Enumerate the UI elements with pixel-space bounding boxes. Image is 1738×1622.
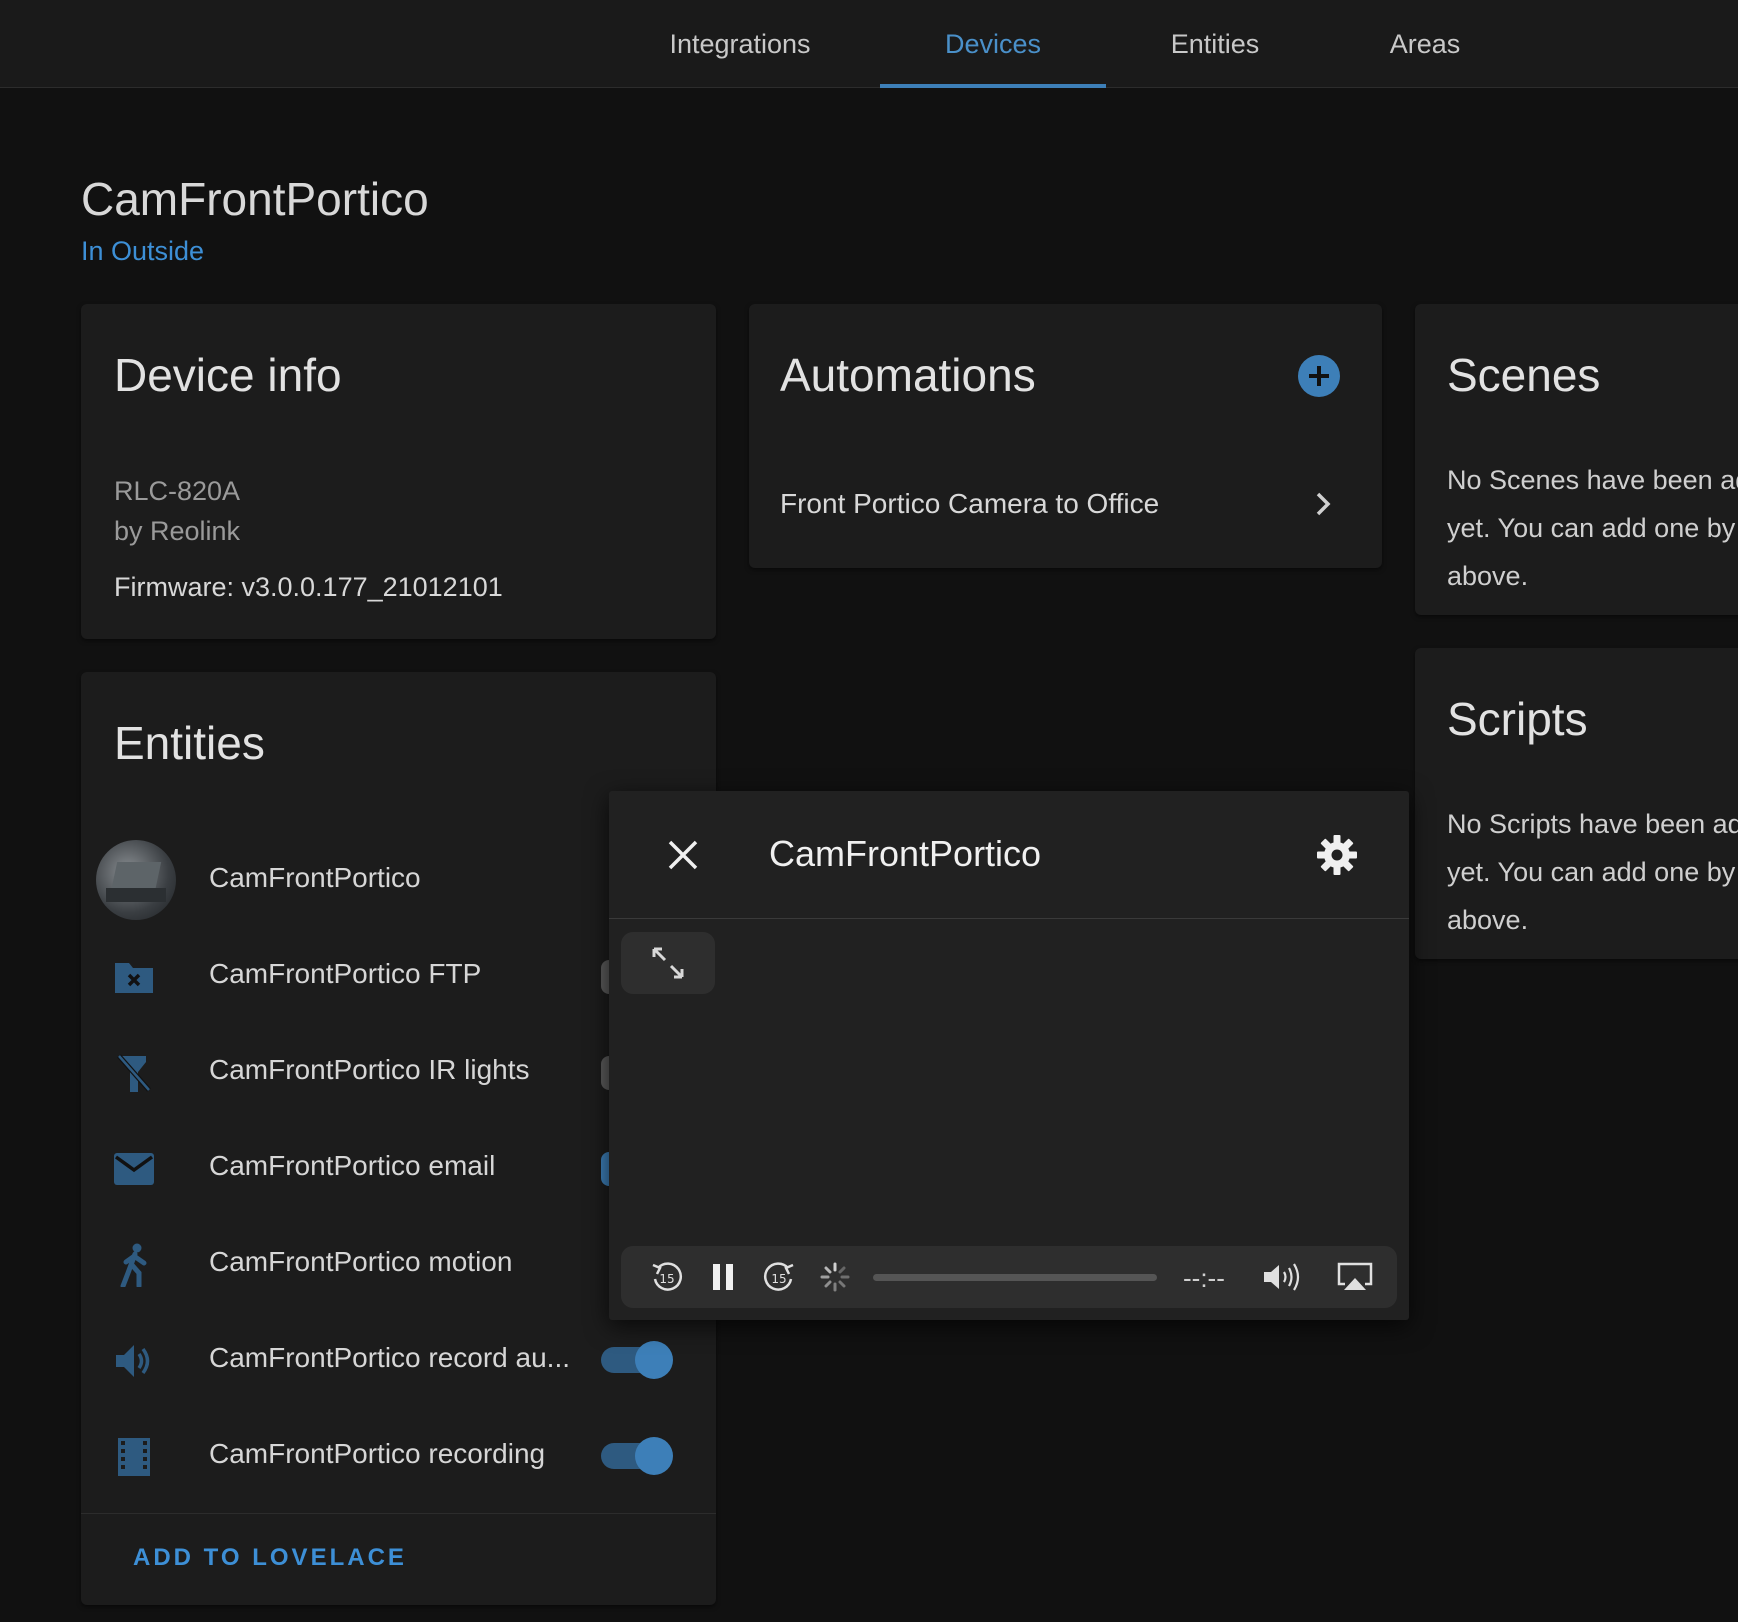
ftp-toggle[interactable]	[601, 960, 609, 994]
speaker-icon	[1264, 1263, 1300, 1291]
skip-forward-button[interactable]: 15	[759, 1259, 799, 1295]
device-manufacturer: by Reolink	[114, 516, 241, 546]
area-link[interactable]: In Outside	[81, 236, 204, 267]
recording-toggle[interactable]	[601, 1437, 673, 1475]
close-button[interactable]	[659, 831, 707, 879]
entity-label: CamFrontPortico FTP	[209, 958, 482, 989]
email-icon	[111, 1146, 157, 1192]
automations-title: Automations	[780, 349, 1036, 401]
entity-label: CamFrontPortico record au...	[209, 1342, 571, 1373]
top-tab-bar: Integrations Devices Entities Areas	[0, 0, 1738, 88]
add-automation-button[interactable]	[1298, 355, 1340, 397]
scenes-text-line: No Scenes have been ad	[1447, 465, 1738, 495]
settings-button[interactable]	[1313, 831, 1361, 879]
close-icon	[668, 840, 698, 870]
device-firmware: Firmware: v3.0.0.177_21012101	[114, 572, 503, 602]
expand-icon	[652, 947, 684, 979]
rewind-15-icon: 15	[652, 1262, 683, 1291]
automation-item[interactable]: Front Portico Camera to Office	[749, 469, 1382, 539]
card-actions: ADD TO LOVELACE	[81, 1513, 716, 1605]
loading-spinner	[817, 1259, 853, 1295]
pause-icon	[713, 1264, 733, 1290]
scripts-empty-text: No Scripts have been ad yet. You can add…	[1447, 800, 1738, 944]
airplay-icon	[1337, 1262, 1373, 1290]
tab-entities[interactable]: Entities	[1140, 0, 1290, 88]
flashlight-off-icon	[111, 1050, 157, 1096]
scenes-card: Scenes No Scenes have been ad yet. You c…	[1415, 304, 1738, 615]
scripts-title: Scripts	[1447, 693, 1588, 745]
camera-dialog: CamFrontPortico 15 15 --:--	[609, 791, 1409, 1320]
tab-integrations[interactable]: Integrations	[640, 0, 840, 88]
volume-icon	[111, 1338, 157, 1384]
add-to-lovelace-button[interactable]: ADD TO LOVELACE	[133, 1544, 407, 1572]
seek-bar[interactable]	[873, 1274, 1157, 1281]
tab-devices[interactable]: Devices	[880, 0, 1106, 88]
device-info-title: Device info	[114, 349, 342, 401]
automations-card: Automations Front Portico Camera to Offi…	[749, 304, 1382, 568]
plus-icon	[1309, 366, 1329, 386]
chevron-right-icon	[1316, 492, 1331, 516]
entity-row[interactable]: CamFrontPortico record au...	[81, 1312, 716, 1408]
entity-label: CamFrontPortico	[209, 862, 421, 893]
airplay-button[interactable]	[1333, 1259, 1377, 1295]
time-display: --:--	[1183, 1263, 1225, 1293]
entity-label: CamFrontPortico recording	[209, 1438, 546, 1469]
entities-title: Entities	[114, 717, 265, 769]
forward-15-icon: 15	[763, 1262, 794, 1291]
scripts-text-line: above.	[1447, 905, 1529, 935]
fullscreen-button[interactable]	[621, 932, 715, 994]
entity-row[interactable]: CamFrontPortico recording	[81, 1408, 716, 1504]
dialog-header: CamFrontPortico	[609, 791, 1409, 919]
media-controls: 15 15 --:--	[621, 1246, 1397, 1308]
scripts-text-line: yet. You can add one by	[1447, 857, 1736, 887]
scenes-empty-text: No Scenes have been ad yet. You can add …	[1447, 456, 1738, 600]
device-model: RLC-820A	[114, 476, 241, 506]
gear-icon	[1317, 835, 1357, 875]
pause-button[interactable]	[703, 1259, 743, 1295]
entity-label: CamFrontPortico IR lights	[209, 1054, 530, 1085]
email-toggle[interactable]	[601, 1152, 609, 1186]
svg-text:15: 15	[659, 1272, 674, 1286]
scenes-text-line: above.	[1447, 561, 1529, 591]
scenes-text-line: yet. You can add one by	[1447, 513, 1736, 543]
automation-item-label: Front Portico Camera to Office	[780, 488, 1160, 519]
record-audio-toggle[interactable]	[601, 1341, 673, 1379]
walk-icon	[111, 1242, 157, 1288]
folder-remove-icon	[111, 954, 157, 1000]
spinner-icon	[820, 1262, 850, 1292]
svg-text:15: 15	[771, 1272, 786, 1286]
scripts-card: Scripts No Scripts have been ad yet. You…	[1415, 648, 1738, 959]
scenes-title: Scenes	[1447, 349, 1601, 401]
skip-back-button[interactable]: 15	[647, 1259, 687, 1295]
dialog-title: CamFrontPortico	[769, 833, 1042, 874]
entity-label: CamFrontPortico motion	[209, 1246, 513, 1277]
entity-label: CamFrontPortico email	[209, 1150, 496, 1181]
volume-button[interactable]	[1261, 1259, 1307, 1295]
camera-thumbnail	[96, 840, 176, 920]
tab-areas[interactable]: Areas	[1330, 0, 1520, 88]
device-info-card: Device info RLC-820A by Reolink Firmware…	[81, 304, 716, 639]
ir-lights-toggle[interactable]	[601, 1056, 609, 1090]
film-icon	[111, 1434, 157, 1480]
page-title: CamFrontPortico	[81, 173, 429, 225]
scripts-text-line: No Scripts have been ad	[1447, 809, 1738, 839]
